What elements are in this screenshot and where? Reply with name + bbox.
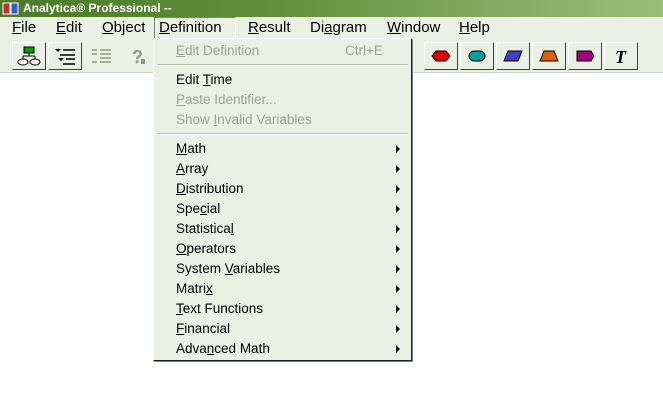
- menu-item-edit-time[interactable]: Edit Time: [154, 70, 411, 90]
- menu-object[interactable]: Object: [98, 17, 149, 39]
- submenu-arrow-icon: [396, 165, 400, 173]
- variable-node-tool[interactable]: [460, 42, 494, 70]
- menu-window[interactable]: Window: [383, 17, 444, 39]
- menu-item-special[interactable]: Special: [154, 199, 411, 219]
- menu-help[interactable]: Help: [455, 17, 494, 39]
- menu-item-array[interactable]: Array: [154, 159, 411, 179]
- submenu-arrow-icon: [396, 225, 400, 233]
- submenu-arrow-icon: [396, 185, 400, 193]
- menu-edit[interactable]: Edit: [52, 17, 86, 39]
- menu-file[interactable]: File: [8, 17, 40, 39]
- help-tool-button[interactable]: ?: [120, 42, 154, 70]
- chance-node-icon: [431, 50, 451, 62]
- menu-separator: [157, 133, 408, 135]
- menu-bar: File Edit Object Definition Result Diagr…: [0, 17, 663, 39]
- submenu-arrow-icon: [396, 205, 400, 213]
- submenu-arrow-icon: [396, 245, 400, 253]
- constant-node-icon: [539, 50, 559, 62]
- variable-node-icon: [468, 50, 486, 62]
- menu-item-paste-identifier[interactable]: Paste Identifier...: [154, 90, 411, 110]
- menu-item-advanced-math[interactable]: Advanced Math: [154, 339, 411, 359]
- outline-tool-button[interactable]: [48, 42, 82, 70]
- submenu-arrow-icon: [396, 305, 400, 313]
- menu-item-matrix[interactable]: Matrix: [154, 279, 411, 299]
- menu-item-operators[interactable]: Operators: [154, 239, 411, 259]
- menu-item-edit-definition[interactable]: Edit Definition Ctrl+E: [154, 41, 411, 61]
- window-title: Analytica® Professional --: [23, 1, 172, 15]
- chance-node-tool[interactable]: [424, 42, 458, 70]
- objective-node-tool[interactable]: [496, 42, 530, 70]
- menu-definition[interactable]: Definition: [154, 17, 236, 39]
- menu-diagram[interactable]: Diagram: [306, 17, 371, 39]
- objective-node-icon: [503, 50, 523, 62]
- text-tool-icon: T: [615, 47, 627, 67]
- menu-item-show-invalid-variables[interactable]: Show Invalid Variables: [154, 110, 411, 130]
- menu-result[interactable]: Result: [244, 17, 295, 39]
- title-bar: Analytica® Professional --: [0, 0, 663, 17]
- text-tool-button[interactable]: T: [604, 42, 638, 70]
- svg-text:T: T: [615, 47, 627, 67]
- menu-item-text-functions[interactable]: Text Functions: [154, 299, 411, 319]
- shortcut-label: Ctrl+E: [345, 43, 383, 58]
- menu-separator: [157, 64, 408, 66]
- constant-node-tool[interactable]: [532, 42, 566, 70]
- menu-item-math[interactable]: Math: [154, 139, 411, 159]
- menu-item-distribution[interactable]: Distribution: [154, 179, 411, 199]
- submenu-arrow-icon: [396, 285, 400, 293]
- definition-menu: Edit Definition Ctrl+E Edit Time Paste I…: [153, 38, 412, 361]
- diagram-tool-button[interactable]: [12, 42, 46, 70]
- submenu-arrow-icon: [396, 265, 400, 273]
- submenu-arrow-icon: [396, 145, 400, 153]
- submenu-arrow-icon: [396, 345, 400, 353]
- menu-item-statistical[interactable]: Statistical: [154, 219, 411, 239]
- module-node-tool[interactable]: [568, 42, 602, 70]
- menu-item-system-variables[interactable]: System Variables: [154, 259, 411, 279]
- list-icon: [92, 49, 111, 63]
- app-icon: [2, 2, 20, 15]
- module-node-icon: [576, 50, 595, 62]
- outline-icon: [55, 49, 75, 65]
- submenu-arrow-icon: [396, 325, 400, 333]
- list-tool-button[interactable]: [84, 42, 118, 70]
- menu-item-financial[interactable]: Financial: [154, 319, 411, 339]
- diagram-icon: [17, 46, 41, 66]
- help-icon: ?: [132, 47, 145, 67]
